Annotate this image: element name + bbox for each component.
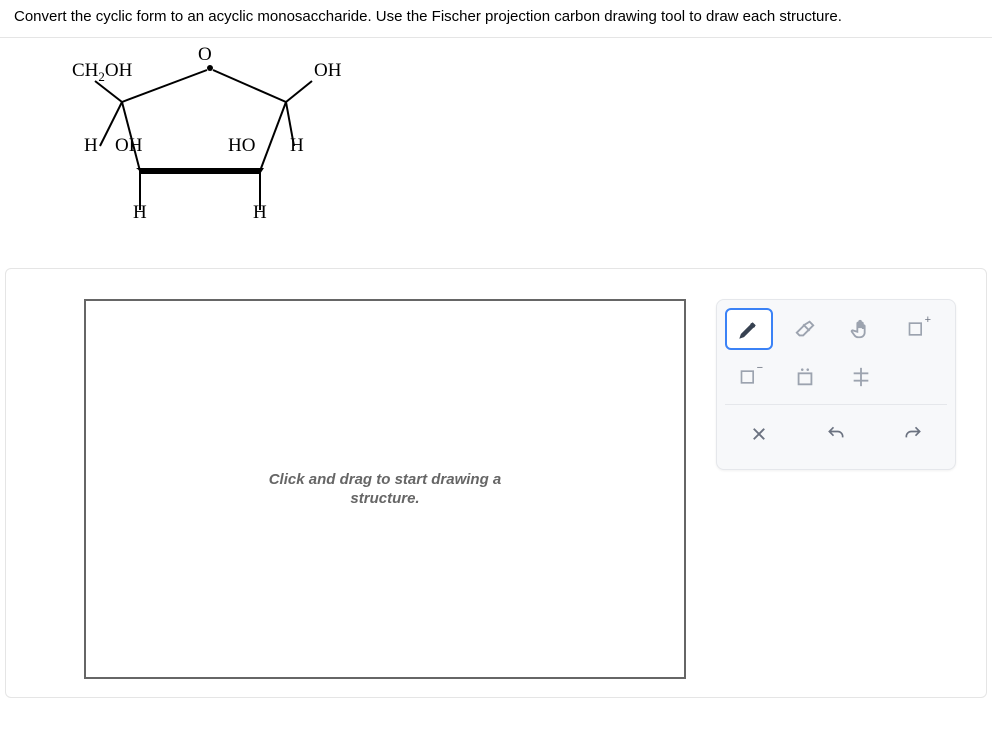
- label-c4-H-out: H: [84, 135, 98, 157]
- label-c4-OH: OH: [115, 135, 142, 157]
- remove-box-tool[interactable]: −: [725, 356, 773, 398]
- eraser-icon: [793, 318, 817, 340]
- redo-button[interactable]: [889, 413, 937, 455]
- pencil-tool[interactable]: [725, 308, 773, 350]
- plus-superscript: +: [925, 314, 931, 326]
- label-c2-H-out: H: [290, 135, 304, 157]
- lone-pair-tool[interactable]: [781, 356, 829, 398]
- minus-superscript: −: [757, 362, 763, 374]
- pencil-icon: [738, 318, 760, 340]
- fischer-icon: [850, 366, 872, 388]
- given-structure: O OH HO H H H H OH CH2OH: [0, 38, 992, 268]
- label-c2-H-down: H: [253, 202, 267, 224]
- close-icon: [750, 425, 768, 443]
- redo-icon: [903, 424, 923, 444]
- add-box-tool[interactable]: +: [893, 308, 941, 350]
- box-dots-icon: [794, 366, 816, 388]
- label-O: O: [198, 44, 212, 66]
- eraser-tool[interactable]: [781, 308, 829, 350]
- canvas-placeholder: Click and drag to start drawing a struct…: [269, 470, 502, 509]
- label-ch2oh: CH2OH: [72, 60, 132, 85]
- label-c3-H-down: H: [133, 202, 147, 224]
- undo-icon: [826, 424, 846, 444]
- label-anomeric-OH: OH: [314, 60, 341, 82]
- undo-button[interactable]: [812, 413, 860, 455]
- label-c2-HO: HO: [228, 135, 255, 157]
- fischer-tool[interactable]: [837, 356, 885, 398]
- clear-button[interactable]: [735, 413, 783, 455]
- hand-tool[interactable]: [837, 308, 885, 350]
- hand-icon: [850, 318, 872, 340]
- answer-area: Click and drag to start drawing a struct…: [5, 268, 987, 698]
- question-text: Convert the cyclic form to an acyclic mo…: [0, 0, 992, 38]
- tool-panel: + −: [716, 299, 956, 470]
- drawing-canvas[interactable]: Click and drag to start drawing a struct…: [84, 299, 686, 679]
